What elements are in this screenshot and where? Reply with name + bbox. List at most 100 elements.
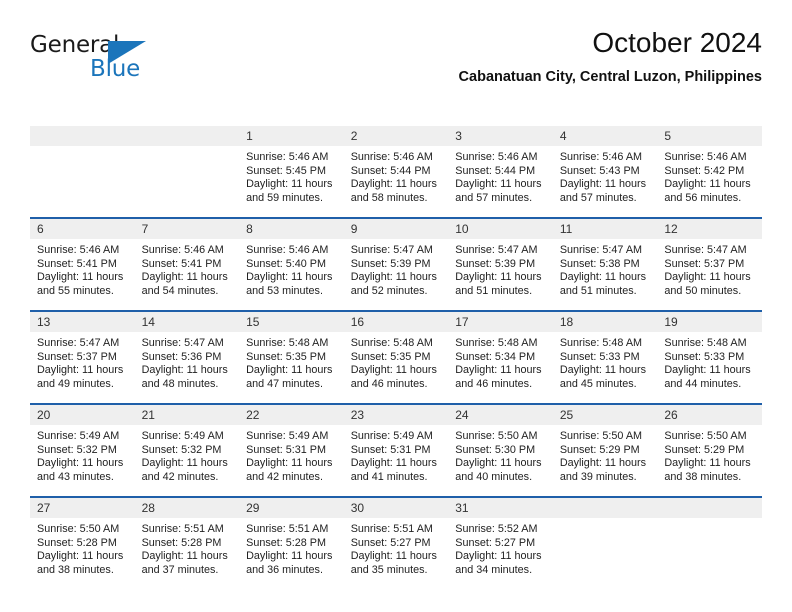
day-number[interactable]: 5	[657, 126, 762, 146]
day-cell[interactable]: Sunrise: 5:48 AM Sunset: 5:33 PM Daylight:…	[657, 332, 762, 403]
day-detail-line: Sunset: 5:44 PM	[455, 164, 536, 177]
day-number[interactable]: 29	[239, 498, 344, 518]
day-cell[interactable]: Sunrise: 5:48 AM Sunset: 5:33 PM Daylight:…	[552, 332, 658, 403]
day-detail-line: and 37 minutes.	[141, 563, 219, 576]
day-cell[interactable]: Sunrise: 5:46 AM Sunset: 5:44 PM Daylight:…	[343, 146, 449, 217]
day-detail-line: Daylight: 11 hours	[559, 178, 647, 191]
day-number[interactable]: 10	[448, 219, 553, 239]
day-number-row: 27 28 29 30 31	[30, 498, 762, 518]
day-number-empty	[552, 498, 658, 518]
day-detail-line: Sunrise: 5:47 AM	[559, 244, 643, 256]
day-detail-line: Sunrise: 5:52 AM	[455, 523, 538, 535]
day-number[interactable]: 7	[134, 219, 240, 239]
day-detail-line: Sunset: 5:29 PM	[559, 443, 640, 456]
day-detail-line: Daylight: 11 hours	[455, 364, 542, 377]
day-number[interactable]: 18	[552, 312, 658, 332]
day-number[interactable]: 8	[239, 219, 344, 239]
day-cell[interactable]: Sunrise: 5:49 AM Sunset: 5:31 PM Daylight:…	[343, 425, 449, 496]
day-number[interactable]: 25	[552, 405, 658, 425]
day-number[interactable]: 30	[343, 498, 449, 518]
day-detail-line: Daylight: 11 hours	[559, 364, 647, 377]
day-detail-line: Daylight: 11 hours	[141, 457, 228, 470]
day-number[interactable]: 4	[552, 126, 658, 146]
day-detail-line: Sunrise: 5:51 AM	[350, 523, 433, 535]
day-detail-line: Daylight: 11 hours	[559, 271, 647, 284]
day-cell[interactable]: Sunrise: 5:46 AM Sunset: 5:45 PM Daylight:…	[239, 146, 344, 217]
day-detail-row: Sunrise: 5:47 AM Sunset: 5:37 PM Daylight:…	[30, 332, 762, 403]
day-number[interactable]: 21	[134, 405, 240, 425]
weekday-header-sunday: Sunday	[37, 109, 77, 121]
day-cell[interactable]: Sunrise: 5:49 AM Sunset: 5:32 PM Daylight:…	[134, 425, 240, 496]
day-number[interactable]: 12	[657, 219, 762, 239]
day-number[interactable]: 22	[239, 405, 344, 425]
weekday-header-saturday: Saturday	[664, 109, 711, 121]
day-cell[interactable]: Sunrise: 5:47 AM Sunset: 5:39 PM Daylight:…	[343, 239, 449, 310]
day-number[interactable]: 13	[30, 312, 135, 332]
day-number[interactable]: 1	[239, 126, 344, 146]
day-cell[interactable]: Sunrise: 5:49 AM Sunset: 5:32 PM Daylight:…	[30, 425, 135, 496]
day-cell[interactable]: Sunrise: 5:47 AM Sunset: 5:36 PM Daylight:…	[134, 332, 240, 403]
calendar-header-row: Sunday Monday Tuesday Wednesday Thursday…	[30, 104, 762, 126]
day-cell[interactable]: Sunrise: 5:49 AM Sunset: 5:31 PM Daylight:…	[239, 425, 344, 496]
day-detail-line: Sunset: 5:31 PM	[246, 443, 326, 456]
day-cell[interactable]: Sunrise: 5:50 AM Sunset: 5:29 PM Daylight:…	[552, 425, 658, 496]
day-number[interactable]: 17	[448, 312, 553, 332]
day-detail-line: Daylight: 11 hours	[559, 457, 647, 470]
day-number[interactable]: 20	[30, 405, 135, 425]
day-cell[interactable]: Sunrise: 5:47 AM Sunset: 5:37 PM Daylight:…	[657, 239, 762, 310]
day-cell[interactable]: Sunrise: 5:48 AM Sunset: 5:34 PM Daylight:…	[448, 332, 553, 403]
day-detail-line: Sunrise: 5:47 AM	[350, 244, 433, 256]
day-number[interactable]: 14	[134, 312, 240, 332]
day-number[interactable]: 6	[30, 219, 135, 239]
day-cell[interactable]: Sunrise: 5:52 AM Sunset: 5:27 PM Daylight:…	[448, 518, 553, 589]
day-detail-line: Sunset: 5:39 PM	[350, 257, 431, 270]
day-cell[interactable]: Sunrise: 5:50 AM Sunset: 5:29 PM Daylight:…	[657, 425, 762, 496]
day-number[interactable]: 19	[657, 312, 762, 332]
day-number[interactable]: 28	[134, 498, 240, 518]
day-detail-line: Daylight: 11 hours	[246, 457, 333, 470]
day-detail-row: Sunrise: 5:49 AM Sunset: 5:32 PM Daylight:…	[30, 425, 762, 496]
day-number-row: 13 14 15 16 17 18 19	[30, 312, 762, 332]
day-cell[interactable]: Sunrise: 5:51 AM Sunset: 5:28 PM Daylight:…	[134, 518, 240, 589]
day-cell[interactable]: Sunrise: 5:47 AM Sunset: 5:37 PM Daylight:…	[30, 332, 135, 403]
day-number[interactable]: 23	[343, 405, 449, 425]
day-number[interactable]: 15	[239, 312, 344, 332]
day-cell[interactable]: Sunrise: 5:50 AM Sunset: 5:30 PM Daylight:…	[448, 425, 553, 496]
day-number[interactable]: 3	[448, 126, 553, 146]
day-detail-line: Sunset: 5:39 PM	[455, 257, 536, 270]
day-number[interactable]: 26	[657, 405, 762, 425]
page-header: General Blue October 2024 Cabanatuan Cit…	[30, 26, 762, 98]
day-detail-line: Sunset: 5:33 PM	[559, 350, 640, 363]
day-detail-line: Daylight: 11 hours	[37, 550, 124, 563]
day-cell[interactable]: Sunrise: 5:46 AM Sunset: 5:41 PM Daylight:…	[30, 239, 135, 310]
day-cell[interactable]: Sunrise: 5:46 AM Sunset: 5:41 PM Daylight:…	[134, 239, 240, 310]
day-number[interactable]: 11	[552, 219, 658, 239]
day-cell[interactable]: Sunrise: 5:50 AM Sunset: 5:28 PM Daylight:…	[30, 518, 135, 589]
day-number[interactable]: 31	[448, 498, 553, 518]
day-cell[interactable]: Sunrise: 5:46 AM Sunset: 5:42 PM Daylight:…	[657, 146, 762, 217]
day-detail-line: Sunrise: 5:48 AM	[664, 337, 747, 349]
day-detail-line: and 57 minutes.	[455, 191, 533, 204]
day-cell[interactable]: Sunrise: 5:46 AM Sunset: 5:44 PM Daylight:…	[448, 146, 553, 217]
day-number[interactable]: 2	[343, 126, 449, 146]
day-cell[interactable]: Sunrise: 5:46 AM Sunset: 5:43 PM Daylight:…	[552, 146, 658, 217]
day-number[interactable]: 24	[448, 405, 553, 425]
day-detail-line: and 53 minutes.	[246, 284, 323, 297]
day-cell[interactable]: Sunrise: 5:51 AM Sunset: 5:27 PM Daylight:…	[343, 518, 449, 589]
day-cell[interactable]: Sunrise: 5:47 AM Sunset: 5:38 PM Daylight:…	[552, 239, 658, 310]
day-detail-line: Sunrise: 5:48 AM	[350, 337, 433, 349]
day-number[interactable]: 27	[30, 498, 135, 518]
day-number[interactable]: 16	[343, 312, 449, 332]
general-blue-logo[interactable]: General Blue	[30, 32, 160, 84]
day-detail-line: Sunrise: 5:46 AM	[141, 244, 224, 256]
day-cell[interactable]: Sunrise: 5:51 AM Sunset: 5:28 PM Daylight:…	[239, 518, 344, 589]
day-number[interactable]: 9	[343, 219, 449, 239]
day-detail-line: Sunset: 5:27 PM	[350, 536, 431, 549]
day-cell[interactable]: Sunrise: 5:47 AM Sunset: 5:39 PM Daylight:…	[448, 239, 553, 310]
day-cell[interactable]: Sunrise: 5:46 AM Sunset: 5:40 PM Daylight:…	[239, 239, 344, 310]
day-cell[interactable]: Sunrise: 5:48 AM Sunset: 5:35 PM Daylight:…	[239, 332, 344, 403]
day-detail-line: Daylight: 11 hours	[664, 178, 751, 191]
sunrise-sunset-calendar: Sunday Monday Tuesday Wednesday Thursday…	[30, 104, 762, 589]
day-cell[interactable]: Sunrise: 5:48 AM Sunset: 5:35 PM Daylight:…	[343, 332, 449, 403]
day-detail-line: Sunrise: 5:46 AM	[246, 244, 329, 256]
